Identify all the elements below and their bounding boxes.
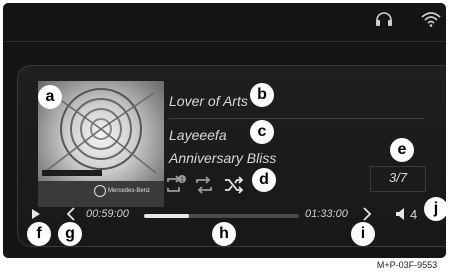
marker-c: c	[250, 120, 274, 144]
album-name: Anniversary Bliss	[169, 150, 277, 166]
title-divider	[169, 118, 424, 119]
marker-a: a	[38, 85, 62, 109]
headphones-icon	[376, 12, 392, 26]
repeat-track-icon[interactable]: 1	[165, 174, 187, 194]
header-divider	[3, 41, 446, 42]
marker-i: i	[351, 222, 375, 246]
track-counter: 3/7	[389, 170, 408, 185]
shuffle-icon[interactable]	[224, 176, 244, 194]
marker-e: e	[390, 138, 414, 162]
progress-fill	[144, 214, 189, 218]
elapsed-time: 00:59:00	[86, 208, 129, 220]
marker-b: b	[250, 83, 274, 107]
wifi-icon	[421, 12, 441, 27]
chevron-left-icon[interactable]	[66, 206, 76, 222]
track-title: Lover of Arts	[169, 93, 248, 109]
chevron-right-icon[interactable]	[362, 206, 372, 222]
artist-name: Layeeefa	[169, 127, 227, 143]
progress-bar[interactable]	[144, 214, 299, 218]
marker-f: f	[27, 222, 51, 246]
brand-star-icon	[94, 185, 106, 197]
repeat-icon[interactable]	[194, 176, 214, 194]
media-screen: Mercedes-Benz Lover of Arts Layeeefa Ann…	[3, 3, 446, 258]
play-icon[interactable]	[31, 208, 41, 220]
marker-d: d	[252, 168, 276, 192]
marker-h: h	[212, 222, 236, 246]
cover-brand: Mercedes-Benz	[108, 188, 151, 194]
cover-tag	[42, 170, 102, 176]
figure-caption: M+P-03F-9553	[376, 260, 438, 270]
marker-g: g	[58, 222, 82, 246]
volume-level: 4	[410, 207, 418, 222]
marker-j: j	[424, 197, 448, 221]
speaker-icon[interactable]	[395, 207, 409, 221]
total-time: 01:33:00	[305, 208, 348, 220]
